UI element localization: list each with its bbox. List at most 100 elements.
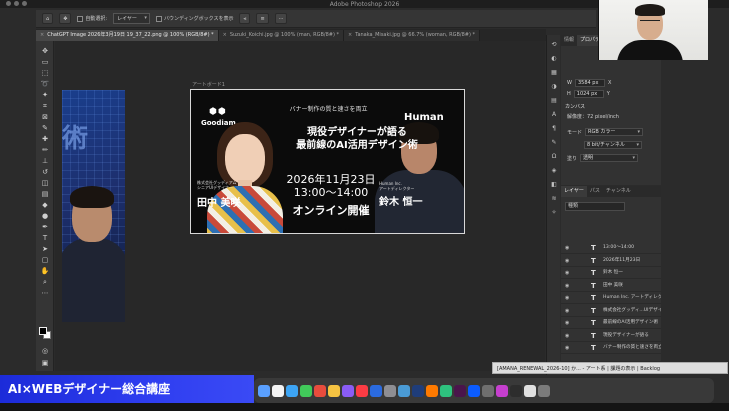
visibility-eye-icon[interactable]: ◉: [565, 330, 569, 341]
paragraph-icon[interactable]: ¶: [550, 125, 558, 133]
tab-paths[interactable]: パス: [587, 186, 603, 197]
slack-icon[interactable]: [454, 384, 466, 397]
path-select-icon[interactable]: ➤: [40, 245, 50, 253]
eraser-tool-icon[interactable]: ◫: [40, 179, 50, 187]
fill-select[interactable]: 透明: [580, 154, 639, 162]
history-icon[interactable]: ⟲: [550, 41, 558, 49]
preview-icon[interactable]: [524, 384, 536, 397]
close-icon[interactable]: ×: [40, 32, 44, 38]
brush-settings-icon[interactable]: ✎: [550, 139, 558, 147]
eyedropper-icon[interactable]: ✎: [40, 124, 50, 132]
visibility-eye-icon[interactable]: ◉: [565, 305, 569, 316]
screen-mode-icon[interactable]: ▣: [40, 359, 50, 367]
magic-wand-icon[interactable]: ✦: [40, 91, 50, 99]
figma-icon[interactable]: [496, 384, 508, 397]
foreground-color-swatch[interactable]: [39, 327, 47, 335]
settings-icon[interactable]: [384, 384, 396, 397]
pen-tool-icon[interactable]: ✒: [40, 223, 50, 231]
target-select[interactable]: レイヤー: [113, 13, 150, 24]
chatgpt-icon[interactable]: [510, 384, 522, 397]
character-icon[interactable]: A: [550, 111, 558, 119]
libraries-icon[interactable]: ▤: [550, 97, 558, 105]
color-icon[interactable]: ◐: [550, 55, 558, 63]
mode-select[interactable]: RGB カラー: [585, 128, 644, 136]
visibility-eye-icon[interactable]: ◉: [565, 255, 569, 266]
lasso-tool-icon[interactable]: ➰: [40, 80, 50, 88]
type-tool-icon[interactable]: T: [40, 234, 50, 242]
photoshop-icon[interactable]: [412, 384, 424, 397]
bbox-checkbox[interactable]: バウンディングボックスを表示: [155, 15, 233, 22]
frame-tool-icon[interactable]: ⊠: [40, 113, 50, 121]
illustrator-icon[interactable]: [426, 384, 438, 397]
marquee-tool-icon[interactable]: ⬚: [40, 69, 50, 77]
align-center-icon[interactable]: ≡: [256, 13, 269, 24]
auto-select-checkbox[interactable]: 自動選択:: [77, 15, 107, 22]
tab-layers[interactable]: レイヤー: [561, 186, 587, 197]
terminal-icon[interactable]: [482, 384, 494, 397]
tab-chatgpt-image[interactable]: × ChatGPT Image 2026年3月19日 19_37_22.png @…: [36, 30, 219, 41]
layer-row[interactable]: ◉ T 13:00〜14:00: [561, 242, 661, 254]
chrome-icon[interactable]: [398, 384, 410, 397]
zoom-icon[interactable]: [468, 384, 480, 397]
layer-row[interactable]: ◉ T Human Inc. アートディレクター: [561, 292, 661, 304]
calendar-icon[interactable]: [314, 384, 326, 397]
layer-row[interactable]: ◉ T 田中 美咲: [561, 280, 661, 292]
close-icon[interactable]: ×: [348, 32, 352, 38]
healing-brush-icon[interactable]: ✚: [40, 135, 50, 143]
hand-tool-icon[interactable]: ✋: [40, 267, 50, 275]
visibility-eye-icon[interactable]: ◉: [565, 292, 569, 303]
messages-icon[interactable]: [300, 384, 312, 397]
tab-tanaka[interactable]: × Tanaka_Misaki.jpg @ 66.7% (woman, RGB/8…: [344, 30, 481, 41]
visibility-eye-icon[interactable]: ◉: [565, 317, 569, 328]
visibility-eye-icon[interactable]: ◉: [565, 342, 569, 353]
crop-tool-icon[interactable]: ⌗: [40, 102, 50, 110]
visibility-eye-icon[interactable]: ◉: [565, 280, 569, 291]
notes-icon[interactable]: [328, 384, 340, 397]
podcast-icon[interactable]: [342, 384, 354, 397]
more-tools-icon[interactable]: ⋯: [40, 289, 50, 297]
launchpad-icon[interactable]: [272, 384, 284, 397]
move-tool-icon[interactable]: ✥: [40, 47, 50, 55]
dodge-tool-icon[interactable]: ●: [40, 212, 50, 220]
styles-icon[interactable]: ◈: [550, 167, 558, 175]
visibility-eye-icon[interactable]: ◉: [565, 242, 569, 253]
finder-icon[interactable]: [258, 384, 270, 397]
visibility-eye-icon[interactable]: ◉: [565, 267, 569, 278]
line-icon[interactable]: [440, 384, 452, 397]
tab-suzuki[interactable]: × Suzuki_Koichi.jpg @ 100% (man, RGB/8#) …: [218, 30, 345, 41]
appstore-icon[interactable]: [370, 384, 382, 397]
artboard-tool-icon[interactable]: ▭: [40, 58, 50, 66]
layers-icon[interactable]: ◧: [550, 181, 558, 189]
safari-icon[interactable]: [286, 384, 298, 397]
layer-row[interactable]: ◉ T 現役デザイナーが語る: [561, 330, 661, 342]
swatches-icon[interactable]: ▦: [550, 69, 558, 77]
layer-row[interactable]: ◉ T バナー制作の質と速さを両立: [561, 342, 661, 354]
layer-row[interactable]: ◉ T 株式会社グッディ...UIデザイナー: [561, 305, 661, 317]
more-icon[interactable]: ···: [274, 13, 288, 24]
layer-filter-select[interactable]: 種類: [565, 202, 625, 211]
shape-tool-icon[interactable]: ▢: [40, 256, 50, 264]
move-tool-icon[interactable]: ✥: [59, 13, 72, 24]
glyphs-icon[interactable]: Ω: [550, 153, 558, 161]
layer-row[interactable]: ◉ T 鈴木 恒一: [561, 267, 661, 279]
tab-channels[interactable]: チャンネル: [603, 186, 634, 197]
tab-info[interactable]: 情報: [561, 35, 577, 46]
channels-icon[interactable]: ≋: [550, 195, 558, 203]
quick-mask-icon[interactable]: ◎: [40, 347, 50, 355]
align-left-icon[interactable]: ⫷: [239, 13, 251, 24]
paths-icon[interactable]: ✧: [550, 209, 558, 217]
bit-depth-select[interactable]: 8 bit/チャンネル: [584, 141, 642, 149]
trash-icon[interactable]: [538, 384, 550, 397]
music-icon[interactable]: [356, 384, 368, 397]
close-icon[interactable]: ×: [223, 32, 227, 38]
height-input[interactable]: 1024 px: [573, 90, 604, 98]
banner-artboard[interactable]: バナー制作の質と速さを両立 ⬢⬢ Goodiam Human 現役デザイナーが語…: [190, 89, 465, 234]
stamp-tool-icon[interactable]: ⊥: [40, 157, 50, 165]
adjustments-icon[interactable]: ◑: [550, 83, 558, 91]
layer-row[interactable]: ◉ T 最前線のAI活用デザイン術: [561, 317, 661, 329]
zoom-tool-icon[interactable]: ⌕: [40, 278, 50, 286]
layer-row[interactable]: ◉ T 2026年11月23日: [561, 255, 661, 267]
history-brush-icon[interactable]: ↺: [40, 168, 50, 176]
brush-tool-icon[interactable]: ✏: [40, 146, 50, 154]
blur-tool-icon[interactable]: ◆: [40, 201, 50, 209]
